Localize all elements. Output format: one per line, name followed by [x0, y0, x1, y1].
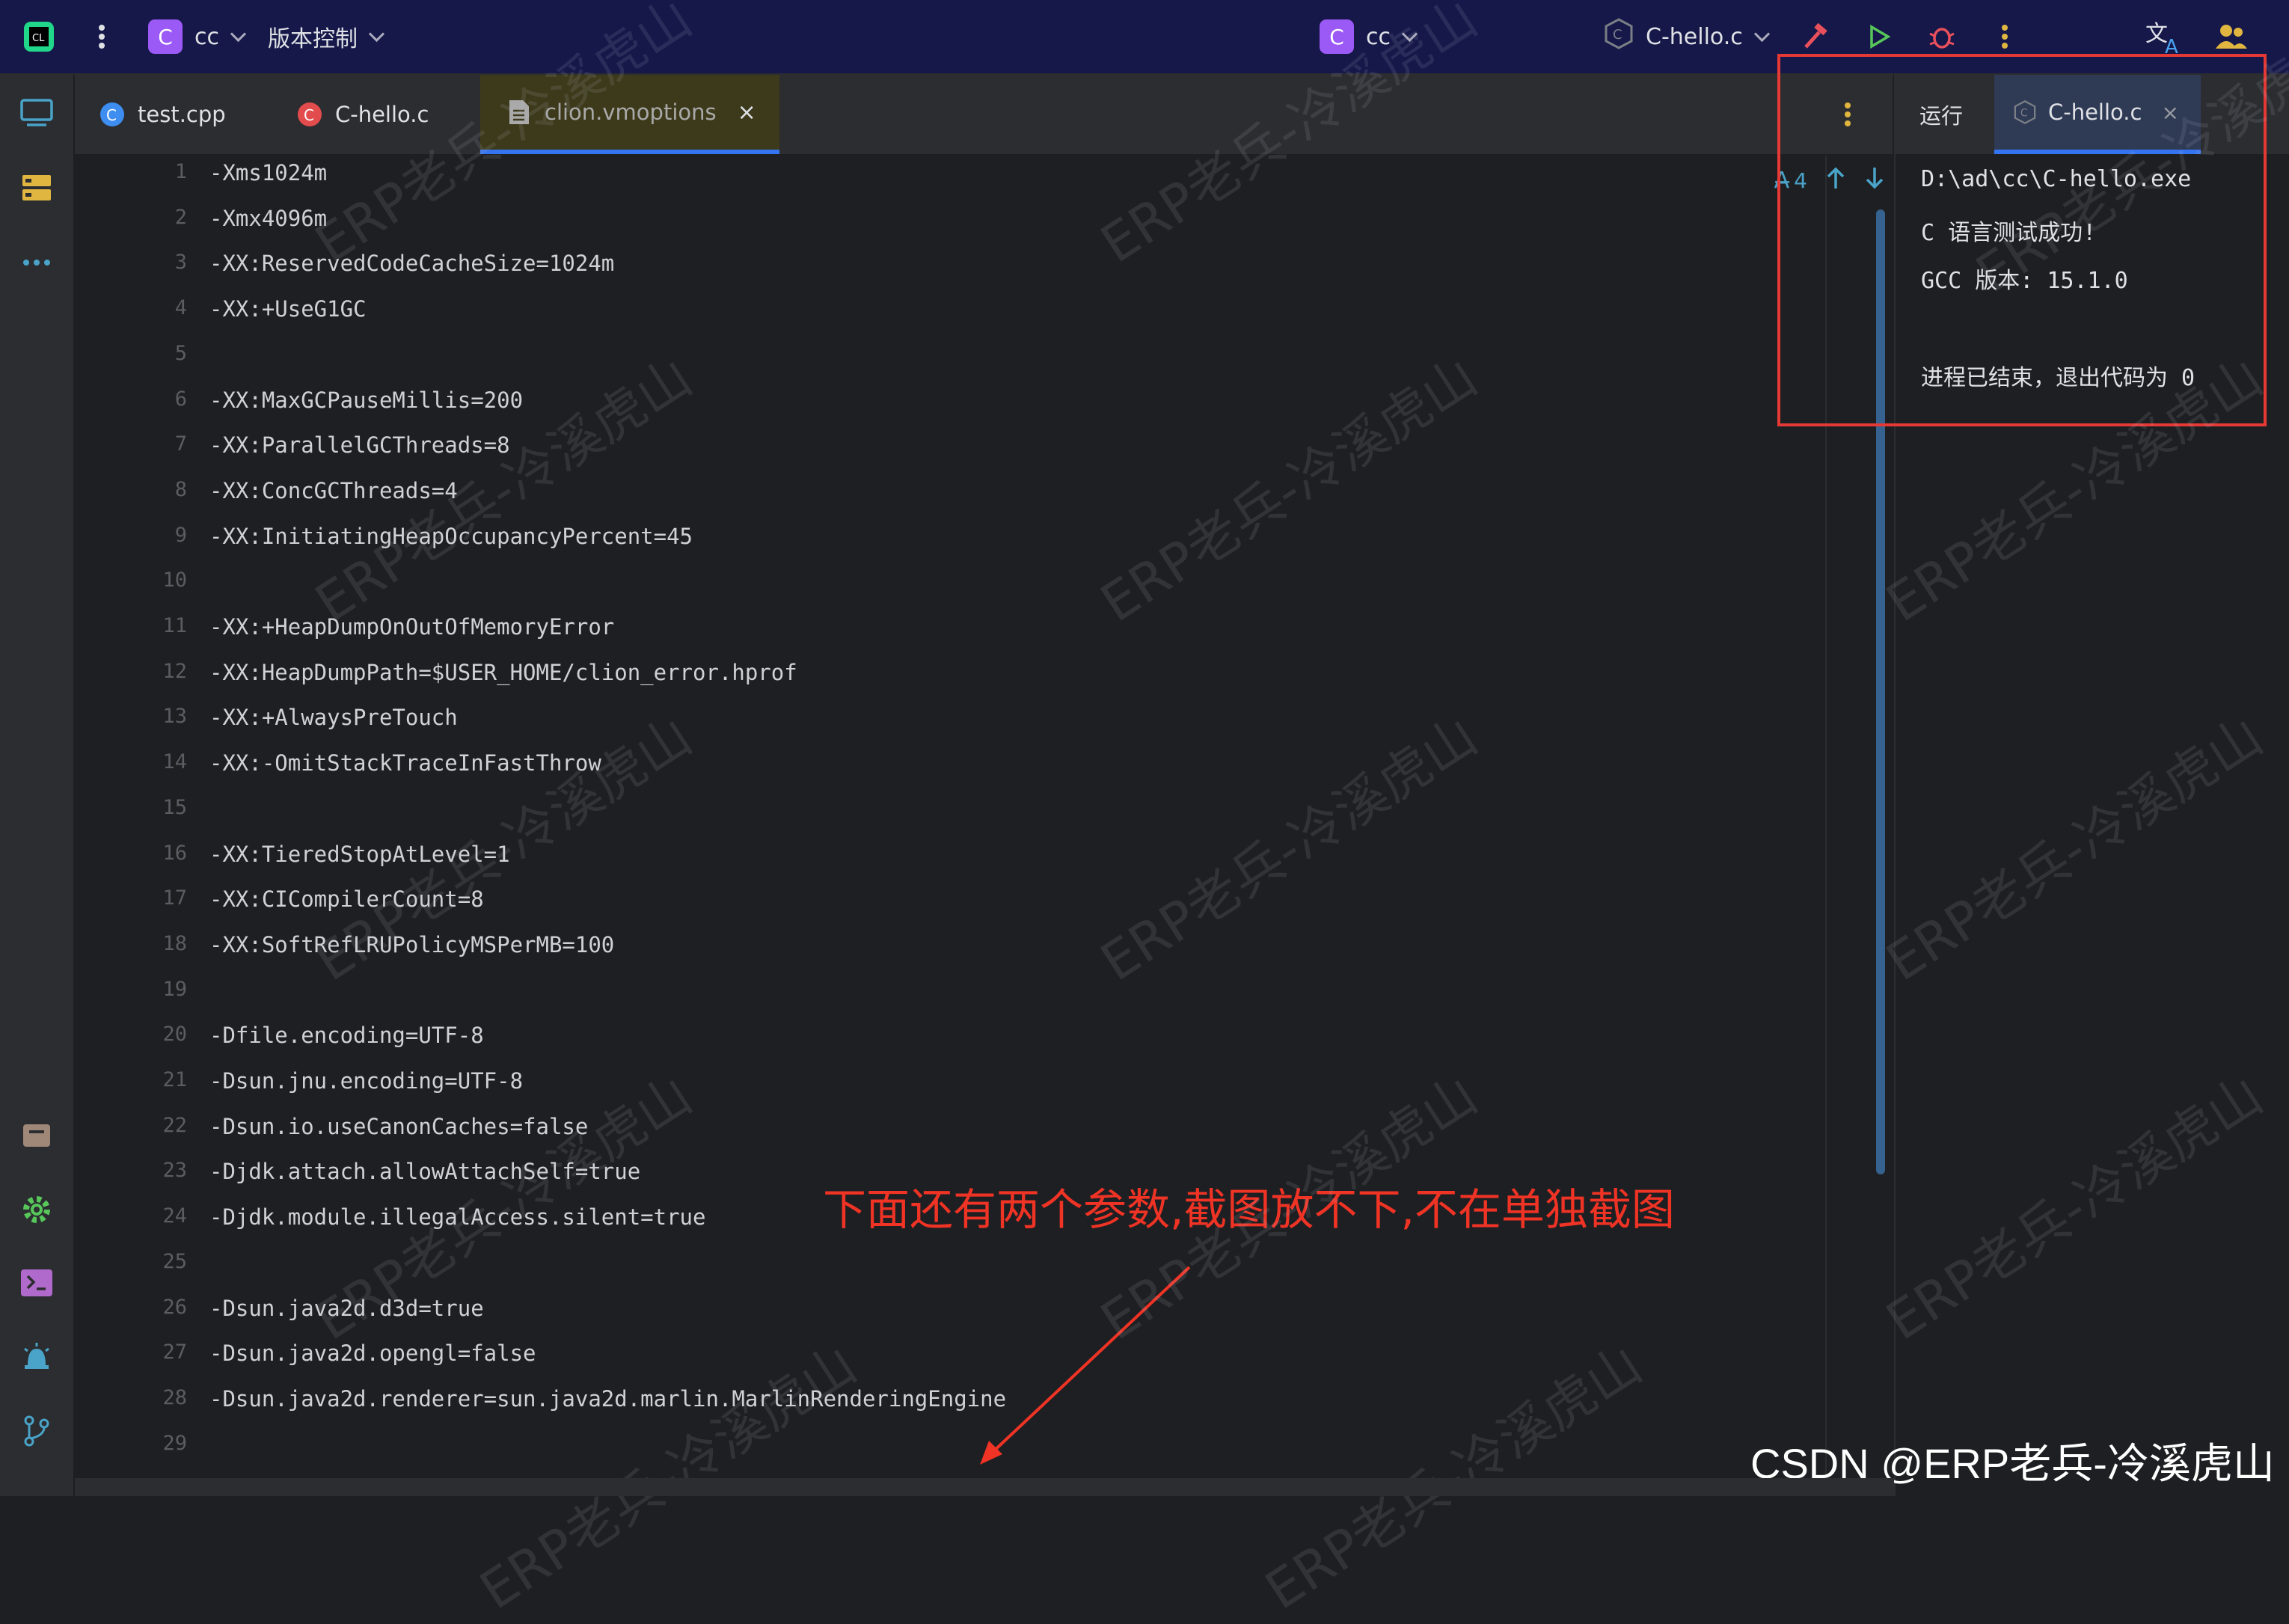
- line-number: 3: [174, 251, 187, 275]
- code-line[interactable]: -XX:HeapDumpPath=$USER_HOME/clion_error.…: [209, 660, 797, 685]
- code-line[interactable]: -Xms1024m: [209, 160, 327, 186]
- line-number: 11: [162, 614, 187, 637]
- project-name: cc: [194, 23, 219, 50]
- project-badge: C: [148, 19, 183, 54]
- vcs-selector[interactable]: 版本控制: [268, 0, 385, 73]
- run-config-selector[interactable]: C C-hello.c: [1602, 0, 1770, 73]
- line-number: 5: [174, 341, 187, 365]
- run-config-label: C-hello.c: [1646, 23, 1743, 50]
- line-number: 9: [174, 523, 187, 547]
- c-file-icon: C: [1602, 17, 1635, 56]
- tab-test-cpp[interactable]: C test.cpp: [99, 75, 293, 154]
- code-line[interactable]: -XX:+UseG1GC: [209, 296, 367, 322]
- terminal-icon[interactable]: [18, 1264, 55, 1302]
- line-number: 15: [162, 795, 187, 819]
- svg-text:A: A: [2165, 36, 2178, 55]
- svg-text:C: C: [304, 106, 314, 124]
- editor-tabs: C test.cpp C C-hello.c clion.vmoptions ×: [75, 75, 1893, 156]
- code-line[interactable]: -XX:+AlwaysPreTouch: [209, 705, 458, 730]
- line-number: 2: [174, 205, 187, 229]
- code-line[interactable]: -Dsun.java2d.opengl=false: [209, 1340, 536, 1366]
- line-number: 12: [162, 659, 187, 683]
- line-number: 10: [162, 569, 187, 592]
- code-line[interactable]: -XX:ParallelGCThreads=8: [209, 432, 510, 458]
- code-line[interactable]: -XX:+HeapDumpOnOutOfMemoryError: [209, 614, 614, 640]
- code-line[interactable]: -XX:ReservedCodeCacheSize=1024m: [209, 251, 614, 276]
- svg-text:CL: CL: [32, 33, 45, 44]
- c-file-icon: C: [296, 101, 323, 128]
- structure-icon[interactable]: [18, 169, 55, 206]
- status-bar: [75, 1478, 1894, 1496]
- code-line[interactable]: -Dsun.io.useCanonCaches=false: [209, 1114, 588, 1139]
- svg-text:C: C: [106, 106, 117, 124]
- line-number: 4: [174, 296, 187, 320]
- line-number: 1: [174, 160, 187, 183]
- line-number: 13: [162, 705, 187, 729]
- close-tab-icon[interactable]: ×: [738, 99, 756, 126]
- line-number: 21: [162, 1068, 187, 1091]
- chevron-down-icon: [1753, 25, 1770, 42]
- problems-icon[interactable]: [18, 1339, 55, 1376]
- line-number: 8: [174, 477, 187, 501]
- project-view-icon[interactable]: [18, 94, 55, 132]
- code-line[interactable]: -Dsun.jnu.encoding=UTF-8: [209, 1068, 523, 1094]
- clion-logo-icon[interactable]: CL: [22, 0, 55, 73]
- code-line[interactable]: -XX:-OmitStackTraceInFastThrow: [209, 750, 601, 776]
- left-tool-window-bar: [0, 75, 75, 1496]
- tab-label: C-hello.c: [335, 102, 429, 127]
- line-number: 25: [162, 1249, 187, 1273]
- chevron-down-icon: [368, 25, 385, 42]
- line-number: 26: [162, 1295, 187, 1319]
- line-number: 18: [162, 931, 187, 955]
- chevron-down-icon: [230, 25, 247, 42]
- main-menu-icon[interactable]: [97, 0, 106, 73]
- line-number: 20: [162, 1023, 187, 1047]
- git-branch-icon[interactable]: [18, 1412, 55, 1450]
- code-line[interactable]: -XX:MaxGCPauseMillis=200: [209, 387, 523, 413]
- line-number: 22: [162, 1113, 187, 1137]
- line-number-gutter: 1 2 3 4 5 6 7 8 9 10 11 12 13 14 15 16 17 18 19 20 21 22 23 24 2…: [75, 156, 187, 1480]
- code-line[interactable]: -Dsun.java2d.renderer=sun.java2d.marlin.…: [209, 1386, 1006, 1412]
- line-number: 16: [162, 841, 187, 865]
- settings-gear-icon[interactable]: [18, 1191, 55, 1228]
- more-tools-icon[interactable]: [18, 244, 55, 281]
- cpp-file-icon: C: [99, 101, 126, 128]
- line-number: 19: [162, 977, 187, 1001]
- line-number: 24: [162, 1204, 187, 1228]
- line-number: 17: [162, 886, 187, 910]
- line-number: 29: [162, 1431, 187, 1455]
- project-selector[interactable]: C cc: [148, 0, 247, 73]
- code-line[interactable]: -Dfile.encoding=UTF-8: [209, 1023, 484, 1048]
- services-icon[interactable]: [18, 1116, 55, 1153]
- line-number: 6: [174, 387, 187, 411]
- line-number: 28: [162, 1385, 187, 1409]
- svg-text:C: C: [1613, 27, 1622, 43]
- line-number: 23: [162, 1159, 187, 1183]
- line-number: 7: [174, 432, 187, 456]
- line-number: 14: [162, 750, 187, 774]
- line-number: 27: [162, 1340, 187, 1364]
- vcs-label: 版本控制: [268, 26, 358, 52]
- tab-label: test.cpp: [138, 102, 226, 127]
